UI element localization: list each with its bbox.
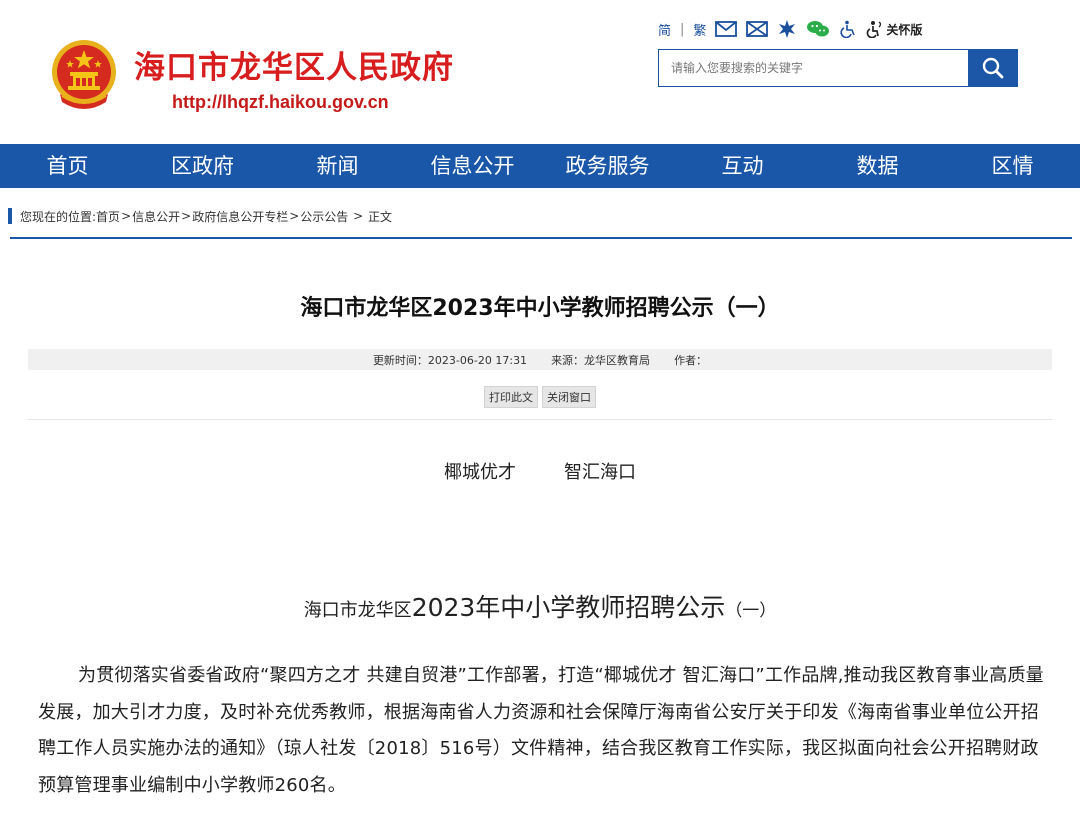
- breadcrumb-marker: [8, 208, 12, 224]
- care-mode-link[interactable]: 关怀版: [866, 20, 922, 38]
- slogan-right: 智汇海口: [564, 462, 636, 483]
- breadcrumb-home[interactable]: 首页: [96, 208, 120, 225]
- nav-item-interaction[interactable]: 互动: [675, 144, 810, 188]
- search-button[interactable]: [968, 49, 1018, 87]
- care-mode-label: 关怀版: [886, 22, 923, 37]
- main-nav: 首页 区政府 新闻 信息公开 政务服务 互动 数据 区情: [0, 144, 1080, 188]
- breadcrumb-gov-info-column[interactable]: 政府信息公开专栏: [192, 208, 288, 225]
- site-url[interactable]: http://lhqzf.haikou.gov.cn: [172, 92, 389, 113]
- breadcrumb-prefix: 您现在的位置:: [20, 209, 97, 224]
- article-meta-bar: 更新时间：2023-06-20 17:31 来源：龙华区教育局 作者：: [28, 349, 1052, 370]
- article-subtitle: 海口市龙华区2023年中小学教师招聘公示（一）: [0, 588, 1080, 624]
- site-title[interactable]: 海口市龙华区人民政府: [134, 42, 454, 87]
- breadcrumb-current: 正文: [367, 209, 392, 224]
- article-paragraph: 为贯彻落实省委省政府“聚四方之才 共建自贸港”工作部署，打造“椰城优才 智汇海口…: [38, 665, 1044, 796]
- slogan: 椰城优才 智汇海口: [0, 458, 1080, 484]
- site-header: 海口市龙华区人民政府 http://lhqzf.haikou.gov.cn 简 …: [0, 0, 1080, 144]
- nav-item-information-disclosure[interactable]: 信息公开: [405, 144, 540, 188]
- mail-icon[interactable]: [715, 21, 738, 37]
- close-window-button[interactable]: 关闭窗口: [542, 386, 596, 408]
- accessibility-icon[interactable]: [839, 20, 857, 38]
- top-toolbar: 简 | 繁 关怀版: [658, 18, 931, 40]
- weibo-star-icon[interactable]: [777, 19, 797, 39]
- toolbar-separator: |: [680, 21, 685, 37]
- breadcrumb-information-disclosure[interactable]: 信息公开: [132, 208, 180, 225]
- print-button[interactable]: 打印此文: [484, 386, 538, 408]
- nav-item-district-profile[interactable]: 区情: [945, 144, 1080, 188]
- subtitle-prefix: 海口市龙华区: [303, 600, 412, 621]
- breadcrumb-separator: >: [349, 209, 367, 223]
- nav-item-news[interactable]: 新闻: [270, 144, 405, 188]
- nav-item-government-services[interactable]: 政务服务: [540, 144, 675, 188]
- simplified-chinese-link[interactable]: 简: [658, 20, 671, 39]
- care-mode-icon: [867, 21, 882, 38]
- nav-item-home[interactable]: 首页: [0, 144, 135, 188]
- nav-item-district-government[interactable]: 区政府: [135, 144, 270, 188]
- subtitle-main: 2023年中小学教师招聘公示: [411, 593, 726, 622]
- search-icon: [982, 57, 1004, 79]
- breadcrumb-announcements[interactable]: 公示公告: [300, 208, 348, 225]
- national-emblem-logo[interactable]: [48, 38, 120, 114]
- article-author: 作者：: [674, 353, 708, 367]
- content-divider: [28, 419, 1052, 420]
- breadcrumb-separator: >: [121, 209, 132, 223]
- article-source: 来源：龙华区教育局: [551, 353, 651, 367]
- slogan-left: 椰城优才: [444, 462, 516, 483]
- article-actions: 打印此文 关闭窗口: [0, 386, 1080, 408]
- search-box: [658, 49, 1018, 87]
- nav-item-data[interactable]: 数据: [810, 144, 945, 188]
- breadcrumb-separator: >: [181, 209, 192, 223]
- traditional-chinese-link[interactable]: 繁: [693, 20, 706, 39]
- breadcrumb: 您现在的位置: 首页 > 信息公开 > 政府信息公开专栏 > 公示公告 > 正文: [8, 207, 392, 225]
- breadcrumb-divider: [10, 237, 1072, 239]
- subtitle-suffix: （一）: [725, 601, 777, 621]
- breadcrumb-separator: >: [289, 209, 300, 223]
- article-title: 海口市龙华区2023年中小学教师招聘公示（一）: [300, 296, 780, 321]
- search-input[interactable]: [658, 49, 968, 87]
- wechat-icon[interactable]: [806, 20, 830, 38]
- update-time: 更新时间：2023-06-20 17:31: [372, 353, 528, 367]
- envelope-x-icon[interactable]: [746, 21, 769, 37]
